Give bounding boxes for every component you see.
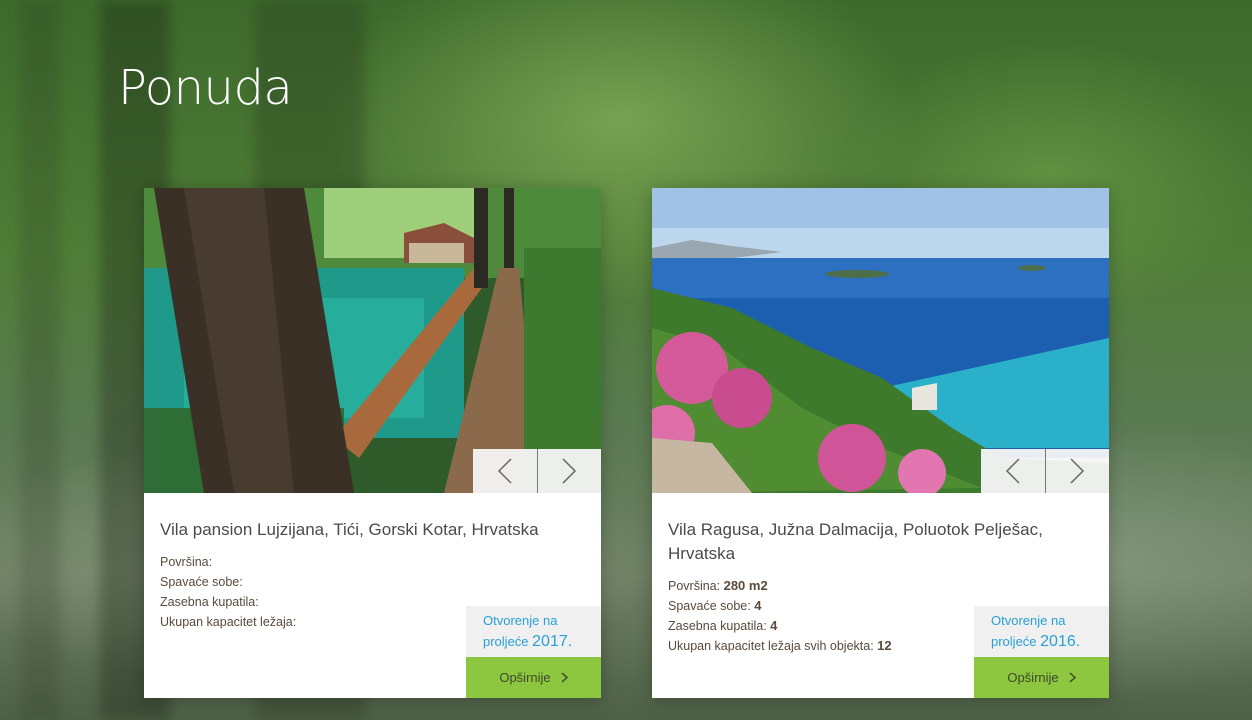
spec-label: Ukupan kapacitet ležaja svih objekta:: [668, 639, 874, 653]
chevron-right-icon: [1069, 672, 1076, 683]
spec-label: Površina:: [160, 555, 213, 569]
spec-label: Zasebna kupatila:: [160, 595, 259, 609]
chevron-right-icon: [1070, 458, 1085, 484]
more-info-button[interactable]: Opširnije: [974, 657, 1109, 698]
spec-label: Zasebna kupatila:: [668, 619, 767, 633]
more-info-label: Opširnije: [499, 670, 551, 685]
chevron-right-icon: [562, 458, 577, 484]
spec-value: 4: [770, 618, 778, 633]
prev-photo-button[interactable]: [473, 449, 537, 493]
photo-slider-nav: [473, 449, 601, 493]
property-photo: [652, 188, 1109, 493]
opening-text: Otvorenje na: [991, 613, 1066, 628]
property-title: Vila pansion Lujzijana, Tići, Gorski Kot…: [160, 520, 539, 539]
opening-year: 2016.: [1040, 633, 1081, 650]
property-card: Vila pansion Lujzijana, Tići, Gorski Kot…: [144, 188, 601, 698]
opening-season: proljeće: [991, 634, 1037, 649]
opening-season: proljeće: [483, 634, 529, 649]
next-photo-button[interactable]: [1044, 449, 1110, 493]
chevron-left-icon: [1005, 458, 1020, 484]
spec-label: Ukupan kapacitet ležaja:: [160, 615, 297, 629]
more-info-label: Opširnije: [1007, 670, 1059, 685]
chevron-right-icon: [561, 672, 568, 683]
page-title: Ponuda: [118, 60, 293, 116]
spec-value: 4: [754, 598, 762, 613]
spec-value: 280 m2: [723, 578, 768, 593]
opening-badge: Otvorenje na proljeće 2017.: [466, 606, 601, 657]
opening-badge: Otvorenje na proljeće 2016.: [974, 606, 1109, 657]
spec-label: Površina:: [668, 579, 721, 593]
opening-year: 2017.: [532, 633, 573, 650]
property-photo: [144, 188, 601, 493]
spec-bedrooms: Spavaće sobe:: [160, 572, 580, 592]
spec-label: Spavaće sobe:: [160, 575, 243, 589]
chevron-left-icon: [497, 458, 512, 484]
opening-text: Otvorenje na: [483, 613, 558, 628]
spec-value: 12: [877, 638, 892, 653]
spec-area: Površina: 280 m2: [668, 576, 1088, 596]
spec-area: Površina:: [160, 552, 580, 572]
next-photo-button[interactable]: [536, 449, 602, 493]
property-card: Vila Ragusa, Južna Dalmacija, Poluotok P…: [652, 188, 1109, 698]
spec-label: Spavaće sobe:: [668, 599, 751, 613]
prev-photo-button[interactable]: [981, 449, 1045, 493]
more-info-button[interactable]: Opširnije: [466, 657, 601, 698]
photo-slider-nav: [981, 449, 1109, 493]
property-title: Vila Ragusa, Južna Dalmacija, Poluotok P…: [668, 520, 1043, 563]
